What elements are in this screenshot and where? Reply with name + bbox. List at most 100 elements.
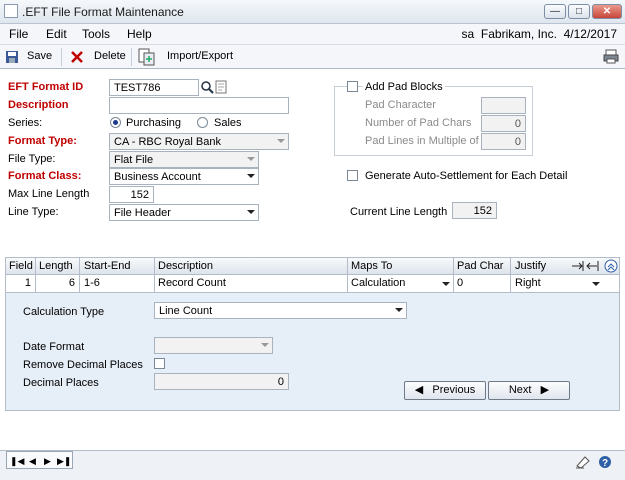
number-pad-chars-field[interactable]: 0 — [481, 115, 526, 132]
cell-justify[interactable]: Right — [515, 277, 541, 289]
column-divider — [154, 258, 155, 274]
column-length[interactable]: Length — [39, 260, 73, 272]
previous-record-icon[interactable]: ◀ — [27, 455, 38, 467]
format-id-field[interactable]: TEST786 — [109, 79, 199, 96]
pad-character-label: Pad Character — [365, 99, 436, 111]
user-company-date: sa Fabrikam, Inc. 4/12/2017 — [462, 27, 617, 41]
column-divider — [347, 275, 348, 292]
remove-decimal-checkbox[interactable] — [154, 358, 165, 369]
column-start-end[interactable]: Start-End — [84, 260, 130, 272]
last-record-icon[interactable]: ▶❚ — [57, 455, 71, 467]
note-icon[interactable] — [575, 455, 591, 469]
next-button[interactable]: Next ▶ — [488, 381, 570, 400]
menu-file[interactable]: File — [9, 27, 28, 41]
file-type-value: Flat File — [114, 154, 154, 166]
menu-bar: File Edit Tools Help sa Fabrikam, Inc. 4… — [0, 24, 625, 45]
window-title: .EFT File Format Maintenance — [22, 5, 184, 19]
date-format-dropdown[interactable] — [154, 337, 273, 354]
svg-text:?: ? — [602, 458, 608, 469]
line-type-label: Line Type: — [8, 206, 59, 218]
date-format-label: Date Format — [23, 341, 85, 353]
column-field[interactable]: Field — [9, 260, 33, 272]
cell-maps-to[interactable]: Calculation — [351, 277, 405, 289]
column-pad-char[interactable]: Pad Char — [457, 260, 503, 272]
cell-description[interactable]: Record Count — [158, 277, 226, 289]
maximize-button[interactable]: □ — [568, 4, 590, 19]
column-maps-to[interactable]: Maps To — [351, 260, 392, 272]
collapse-rows-icon[interactable] — [604, 259, 618, 273]
row-detail-panel: Calculation Type Line Count Date Format … — [5, 293, 620, 411]
status-bar — [0, 450, 625, 480]
column-divider — [510, 258, 511, 274]
format-class-dropdown[interactable]: Business Account — [109, 168, 259, 185]
cell-start-end: 1-6 — [84, 277, 100, 289]
column-description[interactable]: Description — [158, 260, 213, 272]
column-divider — [35, 275, 36, 292]
file-type-dropdown[interactable]: Flat File — [109, 151, 259, 168]
pad-character-field[interactable] — [481, 97, 526, 114]
chevron-down-icon[interactable] — [592, 282, 600, 286]
current-line-length-field: 152 — [452, 202, 497, 219]
save-button[interactable]: Save — [27, 50, 52, 62]
remove-decimal-label: Remove Decimal Places — [23, 359, 143, 371]
cell-pad-char[interactable]: 0 — [457, 277, 463, 289]
previous-label: Previous — [432, 384, 476, 396]
chevron-down-icon — [395, 308, 403, 312]
minimize-button[interactable]: — — [544, 4, 566, 19]
user-date: 4/12/2017 — [563, 27, 617, 41]
title-bar: .EFT File Format Maintenance — □ ✕ — [0, 0, 625, 24]
toolbar: Save Delete Import/Export — [0, 45, 625, 69]
max-line-length-field[interactable]: 152 — [109, 186, 154, 203]
toolbar-separator — [61, 48, 62, 66]
first-record-icon[interactable]: ❚◀ — [10, 455, 24, 467]
save-icon — [6, 51, 18, 63]
lookup-icon[interactable] — [200, 79, 214, 96]
expand-columns-icon[interactable] — [571, 260, 601, 272]
chevron-down-icon — [261, 343, 269, 347]
cell-field: 1 — [24, 277, 31, 289]
chevron-down-icon — [247, 174, 255, 178]
cell-length: 6 — [68, 277, 75, 289]
format-id-label: EFT Format ID — [8, 81, 84, 93]
format-class-value: Business Account — [114, 171, 201, 183]
menu-tools[interactable]: Tools — [82, 27, 110, 41]
column-divider — [35, 258, 36, 274]
chevron-down-icon[interactable] — [442, 282, 450, 286]
import-export-button[interactable]: Import/Export — [167, 50, 233, 62]
menu-help[interactable]: Help — [127, 27, 152, 41]
number-pad-chars-label: Number of Pad Chars — [365, 117, 472, 129]
format-type-dropdown[interactable]: CA - RBC Royal Bank — [109, 133, 289, 150]
column-justify[interactable]: Justify — [515, 260, 546, 272]
line-type-dropdown[interactable]: File Header — [109, 204, 259, 221]
grid-header: Field Length Start-End Description Maps … — [5, 257, 620, 275]
menu-edit[interactable]: Edit — [46, 27, 67, 41]
format-type-value: CA - RBC Royal Bank — [114, 136, 221, 148]
table-row[interactable]: 1 6 1-6 Record Count Calculation 0 Right — [5, 275, 620, 293]
auto-settlement-checkbox[interactable] — [347, 170, 358, 181]
decimal-places-label: Decimal Places — [23, 377, 99, 389]
printer-icon[interactable] — [603, 49, 619, 64]
series-purchasing-radio[interactable] — [110, 117, 121, 128]
auto-settlement-label: Generate Auto-Settlement for Each Detail — [365, 170, 568, 182]
description-label: Description — [8, 99, 69, 111]
add-pad-blocks-checkbox[interactable] — [347, 81, 358, 92]
previous-button[interactable]: ◀ Previous — [404, 381, 486, 400]
delete-button[interactable]: Delete — [94, 50, 126, 62]
calculation-type-dropdown[interactable]: Line Count — [154, 302, 407, 319]
series-sales-radio[interactable] — [197, 117, 208, 128]
next-record-icon[interactable]: ▶ — [42, 455, 53, 467]
pad-lines-multiple-field[interactable]: 0 — [481, 133, 526, 150]
close-button[interactable]: ✕ — [592, 4, 622, 19]
note-icon[interactable] — [214, 79, 228, 96]
calculation-type-label: Calculation Type — [23, 306, 105, 318]
format-type-label: Format Type: — [8, 135, 77, 147]
delete-icon — [71, 51, 83, 63]
series-label: Series: — [8, 117, 43, 129]
help-icon[interactable]: ? — [598, 455, 612, 469]
user-name: sa — [461, 27, 475, 41]
column-divider — [154, 275, 155, 292]
decimal-places-field[interactable]: 0 — [154, 373, 289, 390]
max-line-length-label: Max Line Length — [8, 188, 90, 200]
description-field[interactable] — [109, 97, 289, 114]
next-label: Next — [508, 384, 532, 396]
